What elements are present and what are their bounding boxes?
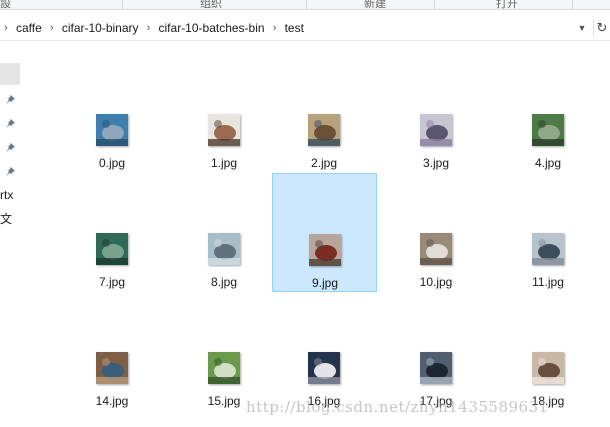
ribbon-separator xyxy=(122,0,123,9)
pin-icon[interactable] xyxy=(5,118,16,129)
ribbon-group-label: 组织 xyxy=(200,0,222,10)
ribbon-group-label: 新建 xyxy=(364,0,386,10)
divider xyxy=(0,40,610,41)
image-thumbnail xyxy=(208,352,240,384)
pin-icon[interactable] xyxy=(5,166,16,177)
file-item[interactable]: 16.jpg xyxy=(272,292,376,410)
nav-item-label[interactable]: 文 xyxy=(0,210,12,227)
image-thumbnail xyxy=(96,114,128,146)
pin-icon[interactable] xyxy=(5,142,16,153)
file-name: 0.jpg xyxy=(98,156,126,170)
nav-item-label[interactable]: rtx xyxy=(0,188,13,202)
breadcrumb-item-test[interactable]: test xyxy=(281,19,308,37)
file-item[interactable]: 4.jpg xyxy=(496,54,600,172)
ribbon-separator xyxy=(572,0,573,9)
chevron-right-icon[interactable]: › xyxy=(143,19,155,37)
chevron-right-icon[interactable]: › xyxy=(269,19,281,37)
image-thumbnail xyxy=(420,233,452,265)
file-item[interactable]: 10.jpg xyxy=(384,173,488,291)
file-item[interactable]: 2.jpg xyxy=(272,54,376,172)
image-thumbnail xyxy=(532,233,564,265)
file-item[interactable]: 15.jpg xyxy=(172,292,276,410)
ribbon-group-label: 打开 xyxy=(496,0,518,10)
file-item[interactable]: 11.jpg xyxy=(496,173,600,291)
file-name: 4.jpg xyxy=(534,156,562,170)
file-name: 2.jpg xyxy=(310,156,338,170)
breadcrumb-item-caffe[interactable]: caffe xyxy=(12,19,46,37)
breadcrumb-item-cifar-10-binary[interactable]: cifar-10-binary xyxy=(58,19,143,37)
file-name: 1.jpg xyxy=(210,156,238,170)
image-thumbnail xyxy=(309,234,341,266)
file-item[interactable]: 3.jpg xyxy=(384,54,488,172)
image-thumbnail xyxy=(96,352,128,384)
chevron-right-icon[interactable]: › xyxy=(0,19,12,37)
breadcrumb-item-cifar-10-batches-bin[interactable]: cifar-10-batches-bin xyxy=(155,19,269,37)
image-thumbnail xyxy=(208,114,240,146)
file-item[interactable]: 0.jpg xyxy=(60,54,164,172)
image-thumbnail xyxy=(532,352,564,384)
image-thumbnail xyxy=(96,233,128,265)
file-item[interactable]: 1.jpg xyxy=(172,54,276,172)
file-item[interactable]: 7.jpg xyxy=(60,173,164,291)
refresh-icon[interactable]: ↻ xyxy=(593,19,610,37)
image-thumbnail xyxy=(308,114,340,146)
file-name: 3.jpg xyxy=(422,156,450,170)
chevron-down-icon[interactable]: ▼ xyxy=(575,21,589,35)
image-thumbnail xyxy=(420,352,452,384)
ribbon-separator xyxy=(434,0,435,9)
ribbon-group-label: 設 xyxy=(0,0,11,10)
chevron-right-icon[interactable]: › xyxy=(46,19,58,37)
file-name: 9.jpg xyxy=(311,276,339,290)
file-item[interactable]: 18.jpg xyxy=(496,292,600,410)
pin-icon[interactable] xyxy=(5,94,16,105)
nav-item-selected[interactable] xyxy=(0,63,20,85)
image-thumbnail xyxy=(208,233,240,265)
file-name: 14.jpg xyxy=(95,394,129,408)
image-thumbnail xyxy=(420,114,452,146)
breadcrumb: › caffe › cifar-10-binary › cifar-10-bat… xyxy=(0,19,308,37)
file-item[interactable]: 17.jpg xyxy=(384,292,488,410)
scrollbar[interactable] xyxy=(606,41,610,427)
navigation-pane: rtx 文 xyxy=(0,41,20,427)
file-name: 11.jpg xyxy=(532,275,564,289)
file-item[interactable]: 9.jpg xyxy=(272,173,377,292)
file-item[interactable]: 8.jpg xyxy=(172,173,276,291)
ribbon: 設 组织 新建 打开 xyxy=(0,0,610,10)
image-thumbnail xyxy=(532,114,564,146)
file-item[interactable]: 14.jpg xyxy=(60,292,164,410)
file-name: 8.jpg xyxy=(210,275,238,289)
image-thumbnail xyxy=(308,352,340,384)
address-bar[interactable]: › caffe › cifar-10-binary › cifar-10-bat… xyxy=(0,15,610,39)
file-name: 7.jpg xyxy=(98,275,126,289)
ribbon-separator xyxy=(306,0,307,9)
file-name: 10.jpg xyxy=(419,275,453,289)
watermark: http://blog.csdn.net/zhyh1435589631 xyxy=(246,398,549,416)
